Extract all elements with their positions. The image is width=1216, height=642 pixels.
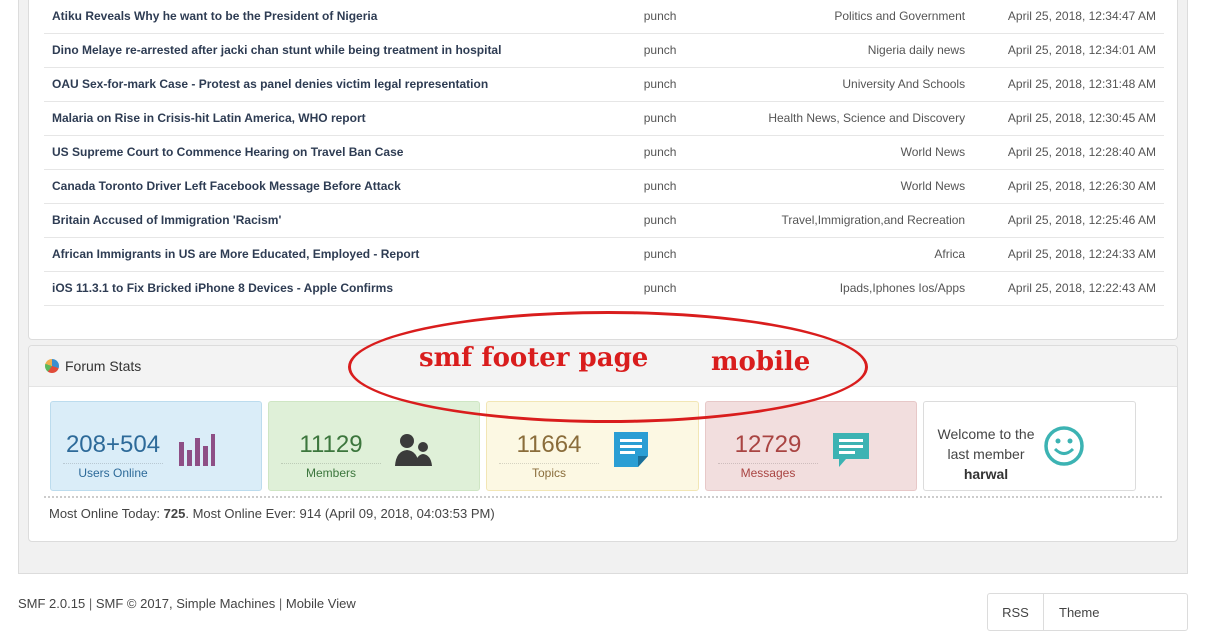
online-ever-text: . Most Online Ever: 914 (April 09, 2018,…	[185, 506, 495, 521]
topic-board-link[interactable]: World News	[732, 169, 974, 204]
annotation-text-mobile: mobile	[711, 347, 811, 377]
stats-divider	[44, 496, 1162, 498]
forum-stats-title: Forum Stats	[65, 358, 142, 374]
newest-member-link[interactable]: harwal	[932, 464, 1040, 484]
smiley-icon	[1044, 426, 1084, 466]
topic-poster-link[interactable]: punch	[635, 271, 733, 306]
topic-time: April 25, 2018, 12:31:48 AM	[973, 67, 1164, 102]
online-today-label: Most Online Today:	[49, 506, 161, 521]
footer-links: RSS Theme	[987, 593, 1188, 631]
topic-row: OAU Sex-for-mark Case - Protest as panel…	[44, 67, 1164, 102]
users-online-label: Users Online	[63, 463, 163, 480]
topic-title-link[interactable]: Canada Toronto Driver Left Facebook Mess…	[44, 169, 636, 204]
recent-topics-panel: Atiku Reveals Why he want to be the Pres…	[28, 0, 1178, 340]
topic-row: Dino Melaye re-arrested after jacki chan…	[44, 33, 1164, 68]
topics-label: Topics	[499, 463, 599, 480]
messages-value: 12729	[734, 431, 802, 458]
topic-board-link[interactable]: Travel,Immigration,and Recreation	[732, 203, 974, 238]
theme-link[interactable]: Theme	[1044, 594, 1187, 630]
topic-title-link[interactable]: iOS 11.3.1 to Fix Bricked iPhone 8 Devic…	[44, 271, 636, 306]
topic-time: April 25, 2018, 12:24:33 AM	[973, 237, 1164, 272]
online-today-value: 725	[163, 506, 186, 521]
users-online-box: 208+504 Users Online	[50, 401, 262, 491]
rss-link[interactable]: RSS	[988, 594, 1044, 630]
topic-board-link[interactable]: University And Schools	[732, 67, 974, 102]
topic-row: US Supreme Court to Commence Hearing on …	[44, 135, 1164, 170]
topic-title-link[interactable]: Britain Accused of Immigration 'Racism'	[44, 203, 636, 238]
topic-board-link[interactable]: Africa	[732, 237, 974, 272]
members-label: Members	[281, 463, 381, 480]
users-icon	[395, 434, 432, 466]
members-value: 11129	[299, 431, 363, 458]
topic-poster-link[interactable]: punch	[635, 203, 733, 238]
topic-title-link[interactable]: Dino Melaye re-arrested after jacki chan…	[44, 33, 636, 68]
topic-row: Atiku Reveals Why he want to be the Pres…	[44, 0, 1164, 34]
newest-member-box: Welcome to the last member harwal	[923, 401, 1136, 491]
note-icon	[614, 432, 648, 467]
pie-chart-icon	[45, 359, 59, 373]
topic-title-link[interactable]: Malaria on Rise in Crisis-hit Latin Amer…	[44, 101, 636, 136]
topic-board-link[interactable]: Nigeria daily news	[732, 33, 974, 68]
annotation-text-footer: smf footer page	[419, 343, 649, 373]
topic-poster-link[interactable]: punch	[635, 0, 733, 34]
topic-poster-link[interactable]: punch	[635, 67, 733, 102]
messages-label: Messages	[718, 463, 818, 480]
welcome-line-2: last member	[947, 446, 1025, 462]
topics-value: 11664	[516, 431, 582, 458]
topic-board-link[interactable]: Ipads,Iphones Ios/Apps	[732, 271, 974, 306]
topic-title-link[interactable]: African Immigrants in US are More Educat…	[44, 237, 636, 272]
welcome-text: Welcome to the last member harwal	[932, 424, 1040, 484]
topic-row: iOS 11.3.1 to Fix Bricked iPhone 8 Devic…	[44, 271, 1164, 306]
topic-row: Malaria on Rise in Crisis-hit Latin Amer…	[44, 101, 1164, 136]
topic-poster-link[interactable]: punch	[635, 169, 733, 204]
smf-version-link[interactable]: SMF 2.0.15	[18, 596, 85, 611]
topic-poster-link[interactable]: punch	[635, 101, 733, 136]
topic-time: April 25, 2018, 12:34:01 AM	[973, 33, 1164, 68]
topic-title-link[interactable]: US Supreme Court to Commence Hearing on …	[44, 135, 636, 170]
topic-time: April 25, 2018, 12:34:47 AM	[973, 0, 1164, 34]
topic-time: April 25, 2018, 12:25:46 AM	[973, 203, 1164, 238]
users-online-value: 208+504	[65, 431, 161, 458]
topic-time: April 25, 2018, 12:28:40 AM	[973, 135, 1164, 170]
recent-topics-table: Atiku Reveals Why he want to be the Pres…	[44, 0, 1164, 306]
topic-time: April 25, 2018, 12:26:30 AM	[973, 169, 1164, 204]
topic-title-link[interactable]: OAU Sex-for-mark Case - Protest as panel…	[44, 67, 636, 102]
footer-separator: |	[278, 596, 283, 611]
topic-poster-link[interactable]: punch	[635, 33, 733, 68]
most-online-line: Most Online Today: 725. Most Online Ever…	[49, 506, 495, 521]
bar-chart-icon	[179, 434, 215, 466]
smf-copyright-link[interactable]: SMF © 2017, Simple Machines	[96, 596, 275, 611]
topic-board-link[interactable]: Politics and Government	[732, 0, 974, 34]
footer-credits: SMF 2.0.15 | SMF © 2017, Simple Machines…	[18, 596, 356, 611]
topic-board-link[interactable]: World News	[732, 135, 974, 170]
footer-separator: |	[88, 596, 93, 611]
topic-time: April 25, 2018, 12:22:43 AM	[973, 271, 1164, 306]
topic-time: April 25, 2018, 12:30:45 AM	[973, 101, 1164, 136]
topic-title-link[interactable]: Atiku Reveals Why he want to be the Pres…	[44, 0, 636, 34]
members-box: 11129 Members	[268, 401, 480, 491]
topic-board-link[interactable]: Health News, Science and Discovery	[732, 101, 974, 136]
topic-row: African Immigrants in US are More Educat…	[44, 237, 1164, 272]
welcome-line-1: Welcome to the	[937, 426, 1035, 442]
chat-icon	[833, 433, 869, 467]
topic-poster-link[interactable]: punch	[635, 135, 733, 170]
topic-row: Britain Accused of Immigration 'Racism' p…	[44, 203, 1164, 238]
topic-poster-link[interactable]: punch	[635, 237, 733, 272]
mobile-view-link[interactable]: Mobile View	[286, 596, 356, 611]
topic-row: Canada Toronto Driver Left Facebook Mess…	[44, 169, 1164, 204]
